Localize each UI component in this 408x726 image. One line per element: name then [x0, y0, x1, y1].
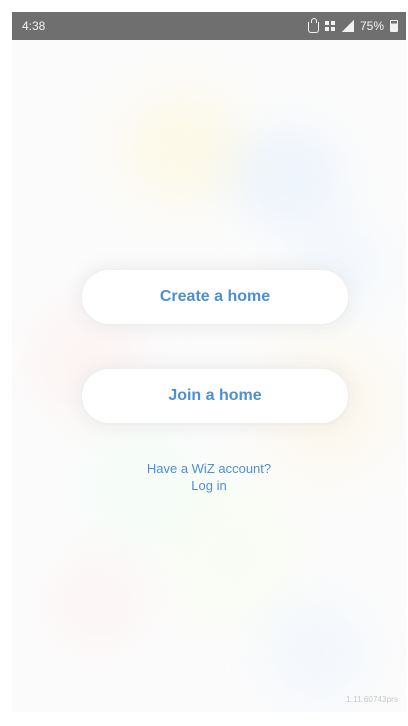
- join-home-button[interactable]: Join a home: [82, 369, 348, 423]
- status-time-wrapper: 4:38: [22, 19, 45, 33]
- signal-icon: [341, 20, 354, 32]
- login-link[interactable]: Log in: [12, 477, 406, 494]
- background-blob: [262, 597, 372, 707]
- background-blob: [232, 132, 342, 222]
- status-icons: 75%: [307, 17, 398, 33]
- battery-icon: [390, 20, 398, 32]
- background-blob: [47, 552, 147, 652]
- app-frame: 4:38 75% Create a home Join a home Have …: [0, 0, 408, 726]
- background-blob: [172, 482, 292, 622]
- version-label: 1.11.60743prs: [346, 695, 398, 704]
- status-time: 4:38: [22, 19, 46, 33]
- account-prompt-text: Have a WiZ account?: [146, 461, 272, 476]
- battery-percentage: 75%: [359, 19, 384, 33]
- phone-screen: 4:38 75% Create a home Join a home Have …: [12, 12, 406, 712]
- status-bar: 4:38 75%: [12, 12, 406, 40]
- create-home-button[interactable]: Create a home: [82, 270, 348, 324]
- background-blob: [122, 92, 242, 202]
- shopping-bag-icon: [307, 17, 319, 33]
- app-grid-icon: [324, 20, 336, 32]
